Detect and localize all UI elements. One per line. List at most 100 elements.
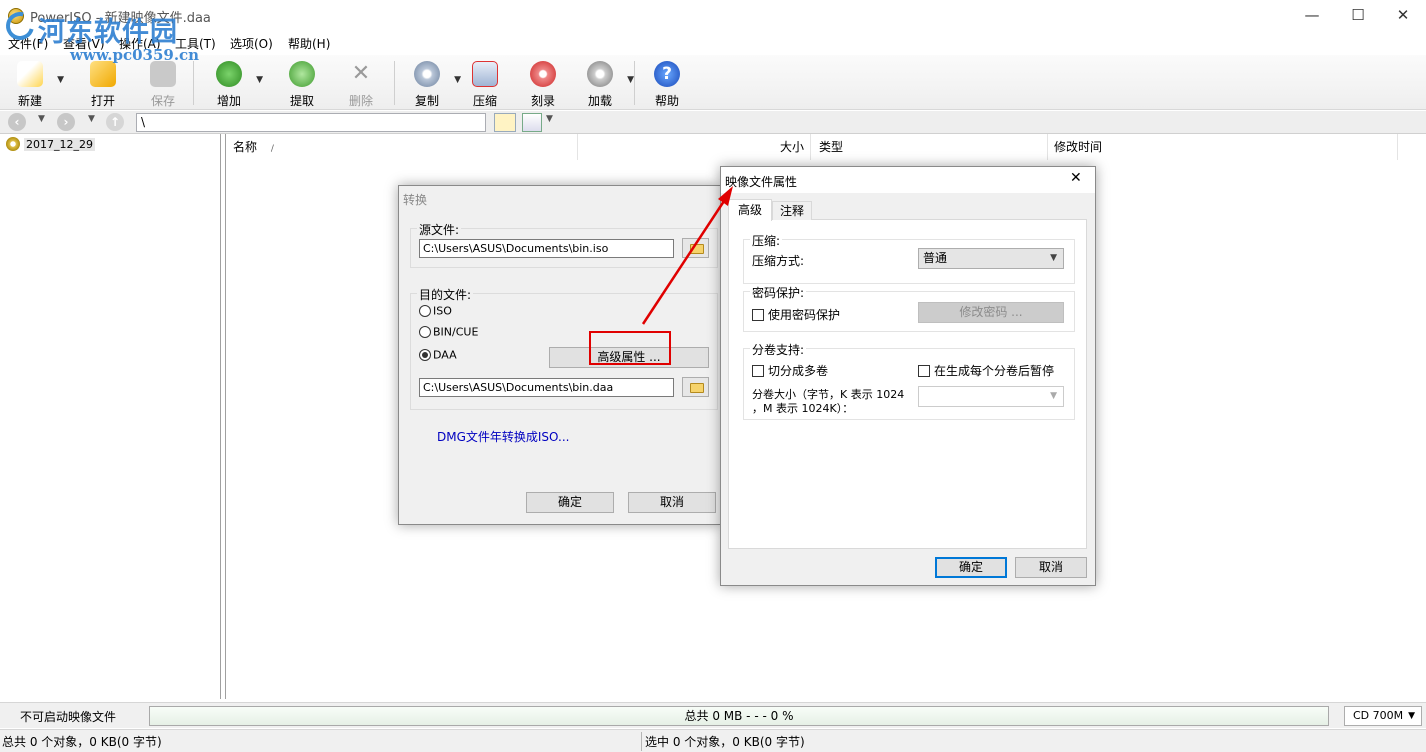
close-window-button[interactable]: ✕: [1380, 0, 1426, 32]
advanced-properties-button[interactable]: 高级属性 ...: [549, 347, 709, 368]
view-mode-icon[interactable]: [522, 113, 542, 132]
menu-bar: 文件(F) 查看(V) 操作(A) 工具(T) 选项(O) 帮助(H): [0, 32, 1426, 54]
help-button[interactable]: ? 帮助: [643, 61, 691, 109]
convert-cancel-button[interactable]: 取消: [628, 492, 716, 513]
copy-disc-icon: [414, 61, 440, 87]
source-path-input[interactable]: C:\Users\ASUS\Documents\bin.iso: [419, 239, 674, 258]
properties-close-icon[interactable]: ✕: [1070, 170, 1082, 186]
extract-button[interactable]: 提取: [278, 61, 326, 109]
properties-dialog-title: 映像文件属性: [725, 175, 798, 189]
chevron-down-icon[interactable]: ▼: [256, 75, 263, 85]
dest-path-input[interactable]: C:\Users\ASUS\Documents\bin.daa: [419, 378, 674, 397]
chevron-down-icon[interactable]: ▼: [88, 114, 95, 124]
add-label: 增加: [216, 94, 241, 108]
properties-cancel-button[interactable]: 取消: [1015, 557, 1087, 578]
save-button[interactable]: 保存: [139, 61, 187, 109]
pause-after-volume-checkbox[interactable]: 在生成每个分卷后暂停: [918, 362, 1054, 379]
compress-label: 压缩: [472, 94, 497, 108]
pause-after-volume-label: 在生成每个分卷后暂停: [934, 364, 1055, 378]
open-label: 打开: [90, 94, 115, 108]
burn-disc-icon: [530, 61, 556, 87]
title-bar: PowerISO - 新建映像文件.daa — ☐ ✕: [0, 0, 1426, 32]
add-button[interactable]: 增加 ▼: [205, 61, 263, 109]
menu-tools[interactable]: 工具(T): [175, 35, 216, 52]
column-header-name[interactable]: 名称 /: [226, 134, 578, 160]
use-password-checkbox[interactable]: 使用密码保护: [752, 306, 840, 323]
menu-help[interactable]: 帮助(H): [288, 35, 330, 52]
up-folder-icon[interactable]: ↑: [106, 113, 124, 131]
folder-view-icon[interactable]: [494, 113, 516, 132]
minimize-button[interactable]: —: [1289, 0, 1335, 32]
info-separator: [641, 732, 642, 751]
volume-size-select[interactable]: ▼: [918, 386, 1064, 407]
copy-label: 复制: [414, 94, 439, 108]
mount-label: 加载: [587, 94, 612, 108]
convert-ok-button[interactable]: 确定: [526, 492, 614, 513]
save-disk-icon: [150, 61, 176, 87]
menu-action[interactable]: 操作(A): [119, 35, 161, 52]
convert-dialog-title: 转换: [403, 193, 428, 207]
extract-arrow-icon: [289, 61, 315, 87]
menu-options[interactable]: 选项(O): [230, 35, 273, 52]
copy-button[interactable]: 复制 ▼: [403, 61, 461, 109]
status-bar: 不可启动映像文件 总共 0 MB - - - 0 % CD 700M ▼: [0, 702, 1426, 728]
tree-root-label: 2017_12_29: [24, 137, 95, 151]
compression-method-label: 压缩方式:: [752, 254, 805, 268]
sort-indicator: /: [270, 144, 274, 154]
burn-button[interactable]: 刻录: [519, 61, 567, 109]
column-name-label: 名称: [233, 140, 258, 154]
mount-button[interactable]: 加载 ▼: [576, 61, 634, 109]
format-iso-radio[interactable]: ISO: [419, 304, 452, 318]
mount-drive-icon: [587, 61, 613, 87]
delete-button[interactable]: ✕ 删除: [337, 61, 385, 109]
format-iso-label: ISO: [433, 304, 452, 318]
browse-source-folder-icon[interactable]: [682, 238, 709, 258]
tree-root-node[interactable]: 2017_12_29: [6, 137, 95, 153]
compress-icon: [472, 61, 498, 87]
toolbar: 新建 ▼ 打开 保存 增加 ▼ 提取 ✕ 删除 复制 ▼ 压缩 刻录 加载 ▼: [0, 55, 1426, 110]
radio-circle: [419, 326, 431, 338]
column-header-type[interactable]: 类型: [811, 134, 1048, 160]
forward-arrow-icon[interactable]: ›: [57, 113, 75, 131]
dmg-to-iso-link[interactable]: DMG文件年转换成ISO...: [437, 428, 569, 445]
radio-circle-selected: [419, 349, 431, 361]
open-button[interactable]: 打开: [79, 61, 127, 109]
chevron-down-icon[interactable]: ▼: [454, 75, 461, 85]
column-header-modified[interactable]: 修改时间: [1048, 134, 1398, 160]
menu-file[interactable]: 文件(F): [8, 35, 48, 52]
maximize-button[interactable]: ☐: [1335, 0, 1381, 32]
back-arrow-icon[interactable]: ‹: [8, 113, 26, 131]
chevron-down-icon[interactable]: ▼: [57, 75, 64, 85]
column-header-size[interactable]: 大小: [578, 134, 811, 160]
compression-group-label: 压缩:: [750, 232, 783, 249]
save-label: 保存: [150, 94, 175, 108]
split-multi-checkbox[interactable]: 切分成多卷: [752, 362, 828, 379]
compression-method-select[interactable]: 普通 ▼: [918, 248, 1064, 269]
toolbar-separator: [394, 61, 395, 105]
delete-x-icon: ✕: [351, 61, 371, 86]
chevron-down-icon[interactable]: ▼: [546, 114, 553, 124]
compress-button[interactable]: 压缩: [461, 61, 509, 109]
help-label: 帮助: [654, 94, 679, 108]
change-password-button[interactable]: 修改密码 ...: [918, 302, 1064, 323]
tab-advanced[interactable]: 高级: [728, 199, 772, 221]
delete-label: 删除: [348, 94, 373, 108]
chevron-down-icon[interactable]: ▼: [38, 114, 45, 124]
format-daa-radio[interactable]: DAA: [419, 348, 457, 362]
new-file-icon: [17, 61, 43, 87]
checkbox-box: [918, 364, 930, 377]
disc-size-select[interactable]: CD 700M ▼: [1344, 706, 1422, 726]
path-input[interactable]: \: [136, 113, 486, 132]
new-button[interactable]: 新建 ▼: [6, 61, 64, 109]
chevron-down-icon[interactable]: ▼: [627, 75, 634, 85]
capacity-progress-bar: 总共 0 MB - - - 0 %: [149, 706, 1329, 726]
tab-comment[interactable]: 注释: [772, 201, 812, 220]
disc-image-icon: [6, 137, 20, 151]
format-bincue-label: BIN/CUE: [433, 325, 479, 339]
format-bincue-radio[interactable]: BIN/CUE: [419, 325, 478, 339]
toolbar-separator: [193, 61, 194, 105]
menu-view[interactable]: 查看(V): [63, 35, 105, 52]
properties-ok-button[interactable]: 确定: [935, 557, 1007, 578]
browse-dest-folder-icon[interactable]: [682, 377, 709, 397]
compression-method-value: 普通: [923, 251, 948, 265]
